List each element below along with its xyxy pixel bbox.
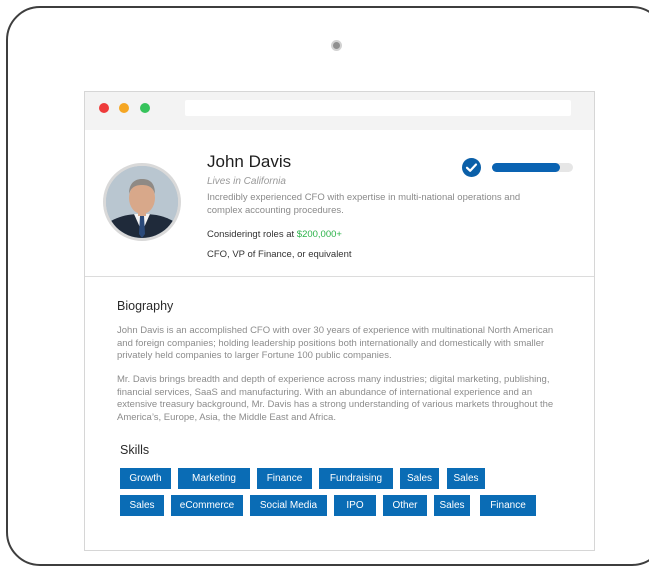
address-bar[interactable]: [185, 100, 571, 116]
profile-location: Lives in California: [207, 176, 286, 187]
biography-paragraph: Mr. Davis brings breadth and depth of ex…: [117, 374, 554, 423]
tablet-frame: John Davis Lives in California Incredibl…: [6, 6, 649, 566]
skill-tag[interactable]: Marketing: [178, 468, 250, 489]
skill-tag[interactable]: Sales: [434, 495, 470, 516]
skill-tag[interactable]: Other: [383, 495, 427, 516]
person-photo: [106, 166, 178, 238]
salary-prefix: Consideringt roles at: [207, 229, 297, 240]
salary-expectation: Consideringt roles at $200,000+: [207, 229, 342, 240]
avatar: [103, 163, 181, 241]
skills-heading: Skills: [120, 443, 150, 457]
salary-value: $200,000+: [296, 229, 342, 240]
profile-summary: Incredibly experienced CFO with expertis…: [207, 192, 521, 216]
profile-completion-fill: [492, 163, 561, 172]
minimize-window-button[interactable]: [119, 103, 129, 113]
target-roles: CFO, VP of Finance, or equivalent: [207, 249, 352, 260]
browser-window: John Davis Lives in California Incredibl…: [84, 91, 595, 551]
biography-heading: Biography: [117, 299, 174, 313]
skill-tag[interactable]: Sales: [400, 468, 439, 489]
skill-tag[interactable]: Sales: [120, 495, 164, 516]
skill-tag[interactable]: Finance: [480, 495, 536, 516]
skill-tag[interactable]: eCommerce: [171, 495, 243, 516]
profile-header: John Davis Lives in California Incredibl…: [85, 130, 594, 277]
skill-tag[interactable]: Fundraising: [319, 468, 393, 489]
profile-name: John Davis: [207, 152, 292, 171]
check-circle-icon: [462, 158, 481, 177]
biography-paragraph: John Davis is an accomplished CFO with o…: [117, 325, 554, 361]
skill-tag[interactable]: Finance: [257, 468, 312, 489]
camera-icon: [331, 40, 342, 51]
skill-tag[interactable]: Sales: [447, 468, 485, 489]
skill-tag[interactable]: IPO: [334, 495, 376, 516]
close-window-button[interactable]: [99, 103, 109, 113]
skill-tag[interactable]: Growth: [120, 468, 171, 489]
skill-tag[interactable]: Social Media: [250, 495, 327, 516]
browser-titlebar: [85, 92, 594, 130]
maximize-window-button[interactable]: [140, 103, 150, 113]
profile-completion-bar: [492, 163, 573, 172]
